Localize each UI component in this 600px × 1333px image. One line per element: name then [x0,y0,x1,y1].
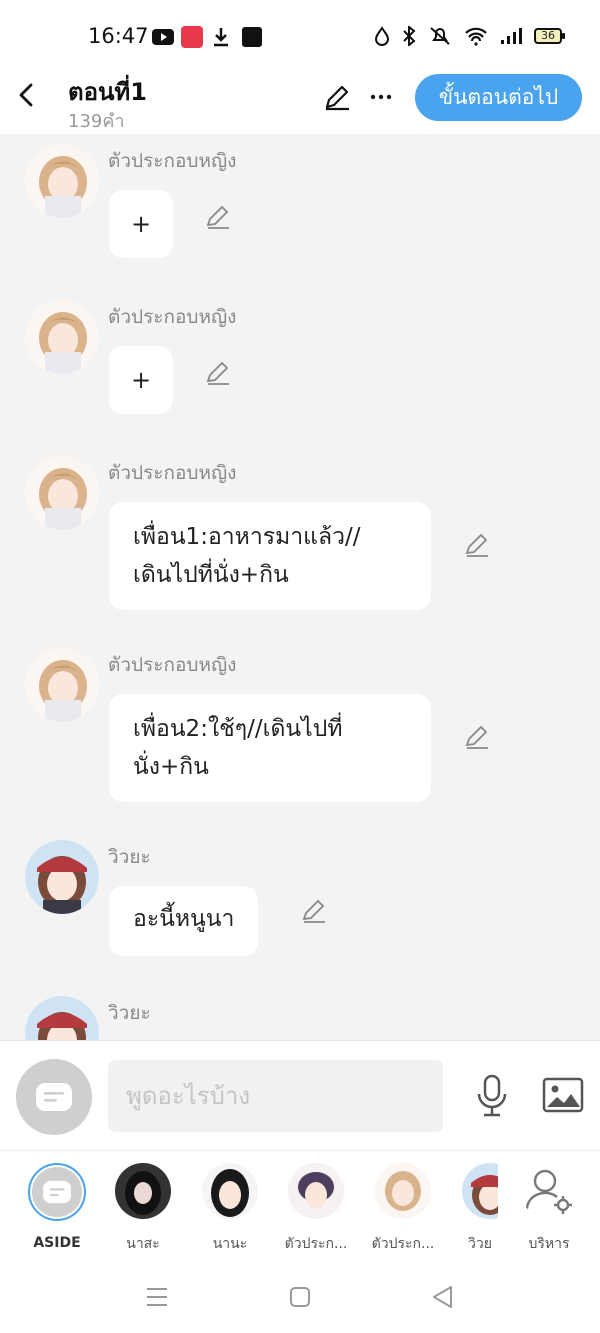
character-extra-male[interactable]: ตัวประก... [279,1163,353,1255]
wifi-icon [465,27,487,46]
edit-message-icon[interactable] [301,898,327,924]
add-content-button[interactable]: + [109,190,173,258]
red-cap-girl-avatar [462,1163,498,1219]
dark-hair-avatar [115,1163,171,1219]
message-bubble[interactable]: เพื่อน2:ใช้ๆ//เดินไปที่ นั่ง+กิน [109,694,431,802]
menu-icon[interactable] [144,1284,170,1310]
character-nana[interactable]: นานะ [193,1163,267,1255]
character-aside[interactable]: ASIDE [20,1163,94,1251]
blonde-girl-avatar[interactable] [25,300,99,374]
sender-name: ตัวประกอบหญิง [108,654,237,676]
aside-toggle-button[interactable] [16,1059,92,1135]
blonde-girl-avatar[interactable] [25,456,99,530]
character-nasa[interactable]: นาสะ [106,1163,180,1255]
character-label: บริหาร [528,1236,570,1252]
character-selector: ASIDE นาสะ นานะ ตัวประก... ตัวประก... วิ… [0,1150,600,1260]
youtube-icon [152,29,174,45]
more-options-icon[interactable] [368,82,394,112]
back-arrow-icon[interactable] [14,80,40,110]
image-upload-icon[interactable] [542,1077,584,1113]
character-wiwya[interactable]: วิวย [448,1163,498,1255]
character-label: วิวย [468,1236,492,1252]
sender-name: ตัวประกอบหญิง [108,150,237,172]
edit-message-icon[interactable] [464,532,490,558]
bluetooth-icon [403,26,416,46]
status-right: 36 [374,26,565,46]
blonde-girl-avatar[interactable] [25,144,99,218]
message-input-bar [0,1040,600,1150]
sender-name: ตัวประกอบหญิง [108,306,237,328]
sender-name: วิวยะ [108,1002,151,1024]
sender-name: ตัวประกอบหญิง [108,462,237,484]
webtoon-icon [242,27,262,47]
black-hair-girl-avatar [202,1163,258,1219]
home-icon[interactable] [287,1284,313,1310]
character-label: ตัวประก... [284,1236,348,1252]
manage-characters[interactable]: บริหาร [512,1163,586,1255]
mute-icon [430,27,450,45]
blonde-girl-avatar[interactable] [25,648,99,722]
message-bubble[interactable]: เพื่อน1:อาหารมาแล้ว// เดินไปที่นั่ง+กิน [109,502,431,610]
chat-bubble-icon [43,1180,71,1204]
status-time: 16:47 [88,24,149,48]
red-cap-girl-avatar[interactable] [25,996,99,1040]
next-step-button[interactable]: ขั้นตอนต่อไป [415,74,582,121]
mangatoon-icon [181,26,203,48]
character-label: ตัวประก... [371,1236,435,1252]
sender-name: วิวยะ [108,846,151,868]
status-bar: 16:47 36 [0,0,600,68]
character-label: ASIDE [33,1235,81,1251]
character-extra-female[interactable]: ตัวประก... [366,1163,440,1255]
chat-bubble-icon [36,1083,72,1111]
battery-icon: 36 [534,28,565,44]
edit-message-icon[interactable] [464,724,490,750]
aside-avatar [28,1163,86,1221]
red-cap-girl-avatar[interactable] [25,840,99,914]
message-input[interactable] [108,1060,443,1132]
signal-icon [501,28,522,44]
edit-message-icon[interactable] [205,360,231,386]
edit-icon[interactable] [322,82,352,112]
manage-users-icon [521,1163,577,1219]
header: ตอนที่1 139คำ ขั้นตอนต่อไป [0,68,600,134]
message-bubble[interactable]: อะนี้หนูนา [109,886,259,956]
edit-message-icon[interactable] [205,204,231,230]
word-count: 139คำ [68,111,125,132]
back-icon[interactable] [430,1284,456,1310]
purple-hair-boy-avatar [288,1163,344,1219]
microphone-icon[interactable] [474,1074,510,1118]
chat-area[interactable]: ตัวประกอบหญิง + ตัวประกอบหญิง + ตัวประกอ… [0,134,600,1040]
data-saver-icon [374,26,390,46]
character-label: นานะ [212,1236,248,1252]
add-content-button[interactable]: + [109,346,173,414]
character-label: นาสะ [126,1236,160,1252]
download-icon [212,26,230,48]
blonde-girl-avatar [375,1163,431,1219]
system-navigation-bar [0,1260,600,1333]
